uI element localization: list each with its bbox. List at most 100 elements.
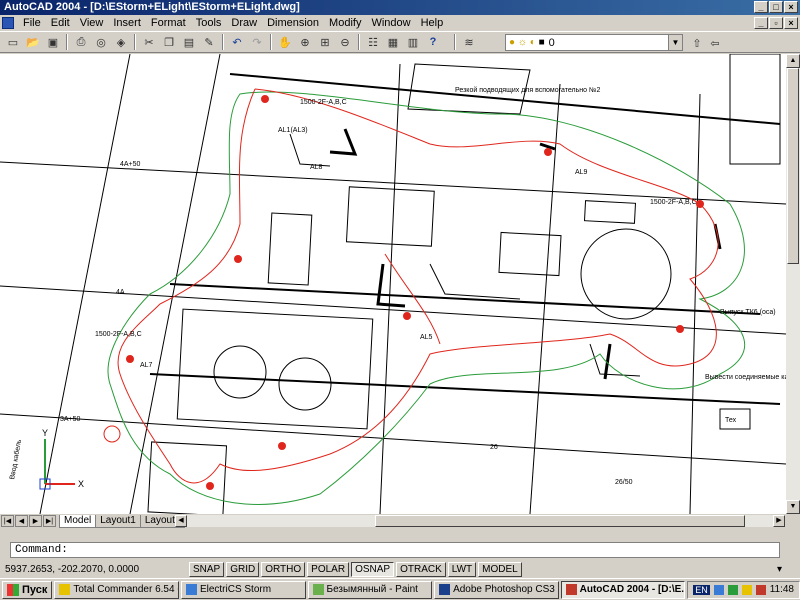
volume-icon[interactable]	[741, 584, 752, 595]
drawing-label-cable-2: 1500-2F-A,B,C	[650, 199, 697, 206]
menu-view[interactable]: View	[75, 17, 109, 29]
doc-restore-button[interactable]: ▫	[769, 17, 783, 29]
pan-icon[interactable]: ✋	[276, 34, 294, 51]
antivirus-icon[interactable]	[727, 584, 738, 595]
start-button[interactable]: Пуск	[2, 580, 53, 599]
menu-insert[interactable]: Insert	[108, 17, 146, 29]
doc-close-button[interactable]: ×	[784, 17, 798, 29]
match-properties-icon[interactable]: ✎	[200, 34, 218, 51]
cut-icon[interactable]: ✂	[140, 34, 158, 51]
otrack-toggle[interactable]: OTRACK	[396, 561, 446, 577]
command-input[interactable]: Command:	[10, 542, 780, 558]
design-center-icon[interactable]: ▦	[384, 34, 402, 51]
start-label: Пуск	[22, 583, 48, 596]
undo-icon[interactable]: ↶	[228, 34, 246, 51]
drawing-label-tex: Тех	[725, 417, 737, 424]
maximize-button[interactable]: □	[769, 1, 783, 13]
status-tray-icon[interactable]: ▾	[777, 564, 782, 575]
layer-manager-icon[interactable]: ≋	[460, 34, 478, 51]
osnap-toggle[interactable]: OSNAP	[351, 561, 395, 577]
vertical-scroll-thumb[interactable]	[787, 68, 799, 264]
menu-dimension[interactable]: Dimension	[262, 17, 324, 29]
print-icon[interactable]: ⎙	[72, 34, 90, 51]
snap-toggle[interactable]: SNAP	[189, 561, 225, 577]
help-icon[interactable]: ?	[424, 34, 442, 51]
drawing-label-header: Резкой подводящих для вспомогательно №2	[455, 86, 600, 94]
drawing-label-al8: AL8	[310, 164, 323, 171]
menu-file[interactable]: File	[18, 17, 46, 29]
task-label: AutoCAD 2004 - [D:\E...	[579, 583, 686, 595]
polar-toggle[interactable]: POLAR	[307, 561, 350, 577]
grid-toggle[interactable]: GRID	[226, 561, 260, 577]
make-object-layer-current-icon[interactable]: ⇧	[688, 35, 706, 52]
task-total-commander[interactable]: Total Commander 6.54 -...	[54, 580, 179, 599]
scroll-down-icon[interactable]: ▼	[786, 500, 800, 514]
task-label: Безымянный - Paint	[326, 583, 418, 595]
menu-draw[interactable]: Draw	[226, 17, 262, 29]
drawing-label-al1: AL1(AL3)	[278, 127, 308, 134]
tab-next-icon[interactable]: ▶	[29, 515, 42, 527]
task-photoshop[interactable]: Adobe Photoshop CS3 E...	[434, 580, 559, 599]
copy-icon[interactable]: ❐	[160, 34, 178, 51]
status-bar: 5937.2653, -202.2070, 0.0000 SNAP GRID O…	[0, 560, 800, 578]
svg-text:X: X	[78, 479, 84, 489]
chevron-down-icon[interactable]: ▼	[668, 35, 682, 50]
drawing-canvas[interactable]: Резкой подводящих для вспомогательно №2 …	[0, 54, 786, 514]
model-toggle[interactable]: MODEL	[478, 561, 522, 577]
menu-help[interactable]: Help	[416, 17, 449, 29]
menu-modify[interactable]: Modify	[324, 17, 366, 29]
menu-bar: File Edit View Insert Format Tools Draw …	[0, 15, 800, 31]
publish-icon[interactable]: ◈	[112, 34, 130, 51]
preview-icon[interactable]: ◎	[92, 34, 110, 51]
drawing-label-axis-3a50: 3А+50	[60, 416, 81, 423]
task-autocad[interactable]: AutoCAD 2004 - [D:\E...	[560, 580, 686, 599]
tool-palettes-icon[interactable]: ▥	[404, 34, 422, 51]
clock: 11:48	[769, 584, 794, 595]
menu-edit[interactable]: Edit	[46, 17, 75, 29]
vertical-scrollbar[interactable]: ▲ ▼	[786, 54, 800, 514]
scroll-up-icon[interactable]: ▲	[786, 54, 800, 68]
scroll-left-icon[interactable]: ◀	[175, 515, 187, 527]
drawing-label-note: Вывести соединяемые кабели заземления	[705, 373, 786, 381]
redo-icon[interactable]: ↷	[248, 34, 266, 51]
task-paint[interactable]: Безымянный - Paint	[307, 580, 433, 599]
open-icon[interactable]: 📂	[24, 34, 42, 51]
task-label: Total Commander 6.54 -...	[73, 583, 179, 595]
doc-minimize-button[interactable]: _	[754, 17, 768, 29]
close-button[interactable]: ×	[784, 1, 798, 13]
menu-tools[interactable]: Tools	[191, 17, 227, 29]
language-indicator[interactable]: EN	[693, 584, 710, 595]
paste-icon[interactable]: ▤	[180, 34, 198, 51]
properties-icon[interactable]: ☷	[364, 34, 382, 51]
network-icon[interactable]	[713, 584, 724, 595]
task-label: ElectriCS Storm	[199, 583, 272, 595]
drawing-label-axis-4a: 4А	[116, 289, 125, 296]
taskbar: Пуск Total Commander 6.54 -... ElectriCS…	[0, 578, 800, 600]
tab-last-icon[interactable]: ▶|	[43, 515, 56, 527]
lwt-toggle[interactable]: LWT	[447, 561, 477, 577]
scroll-right-icon[interactable]: ▶	[773, 515, 785, 527]
zoom-previous-icon[interactable]: ⊖	[336, 34, 354, 51]
zoom-window-icon[interactable]: ⊞	[316, 34, 334, 51]
tab-prev-icon[interactable]: ◀	[15, 515, 28, 527]
tab-model[interactable]: Model	[59, 514, 97, 528]
layer-previous-icon[interactable]: ⇦	[706, 35, 724, 52]
ortho-toggle[interactable]: ORTHO	[261, 561, 306, 577]
document-icon[interactable]	[2, 17, 14, 29]
tab-layout1[interactable]: Layout1	[95, 514, 141, 528]
tab-first-icon[interactable]: |◀	[1, 515, 14, 527]
horizontal-scroll-thumb[interactable]	[375, 515, 745, 527]
layer-dropdown[interactable]: ● ☼ ◐ ■ 0 ▼	[505, 34, 683, 51]
task-electrics-storm[interactable]: ElectriCS Storm	[180, 580, 306, 599]
new-icon[interactable]: ▭	[4, 34, 22, 51]
menu-format[interactable]: Format	[146, 17, 191, 29]
tray-app-icon[interactable]	[755, 584, 766, 595]
minimize-button[interactable]: _	[754, 1, 768, 13]
save-icon[interactable]: ▣	[44, 34, 62, 51]
coordinate-readout: 5937.2653, -202.2070, 0.0000	[5, 563, 140, 575]
zoom-realtime-icon[interactable]: ⊕	[296, 34, 314, 51]
menu-window[interactable]: Window	[366, 17, 415, 29]
drawing-label-al7: AL7	[140, 362, 153, 369]
drawing-label-26: 26	[490, 444, 498, 451]
horizontal-scrollbar[interactable]: ◀ ▶	[175, 515, 785, 527]
